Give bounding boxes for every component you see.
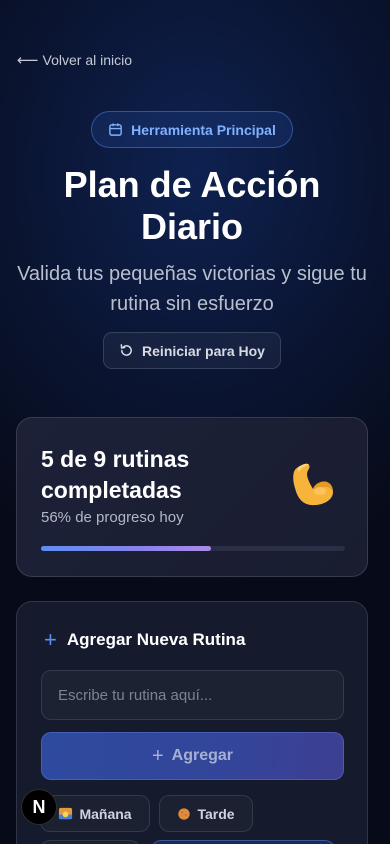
reset-day-button[interactable]: Reiniciar para Hoy (103, 332, 281, 369)
filter-afternoon[interactable]: Tarde (159, 795, 253, 832)
progress-card: 5 de 9 rutinas completadas 56% de progre… (16, 417, 368, 577)
nextjs-dev-badge[interactable]: N (21, 789, 57, 825)
page-subtitle: Valida tus pequeñas victorias y sigue tu… (17, 263, 367, 315)
nextjs-badge-letter: N (32, 796, 46, 817)
page-title-line1: Plan de Acción (63, 164, 321, 205)
orange-circle-icon (178, 807, 191, 820)
plus-icon: + (44, 627, 57, 652)
add-routine-button-label: Agregar (171, 747, 234, 764)
add-routine-heading-label: Agregar Nueva Rutina (66, 630, 246, 649)
flexed-biceps-icon (293, 463, 333, 506)
filter-pill[interactable] (40, 840, 140, 844)
filter-afternoon-label: Tarde (197, 805, 235, 822)
filter-morning-label: Mañana (79, 805, 132, 822)
progress-bar (41, 546, 345, 551)
add-routine-button[interactable]: + Agregar (41, 732, 344, 780)
filter-pill-active[interactable] (151, 840, 335, 844)
progress-subtitle: 56% de progreso hoy (41, 509, 184, 526)
routine-input[interactable] (41, 670, 344, 720)
sunrise-icon (59, 807, 73, 820)
back-link[interactable]: ⟵ Volver al inicio (17, 51, 132, 69)
tool-badge-label: Herramienta Principal (131, 121, 276, 138)
back-link-label: Volver al inicio (42, 52, 133, 68)
plus-icon: + (151, 744, 164, 767)
page-title: Plan de Acción Diario (0, 164, 384, 248)
tool-badge: Herramienta Principal (91, 111, 293, 148)
filter-morning[interactable]: Mañana (40, 795, 150, 832)
refresh-icon (120, 344, 132, 356)
back-arrow-icon: ⟵ (17, 52, 39, 69)
reset-day-label: Reiniciar para Hoy (142, 342, 265, 359)
calendar-icon (109, 123, 122, 136)
progress-title: 5 de 9 rutinas completadas (41, 446, 190, 503)
progress-bar-fill (41, 546, 212, 551)
add-routine-heading: + Agregar Nueva Rutina (44, 627, 246, 652)
page-title-line2: Diario (140, 206, 244, 247)
